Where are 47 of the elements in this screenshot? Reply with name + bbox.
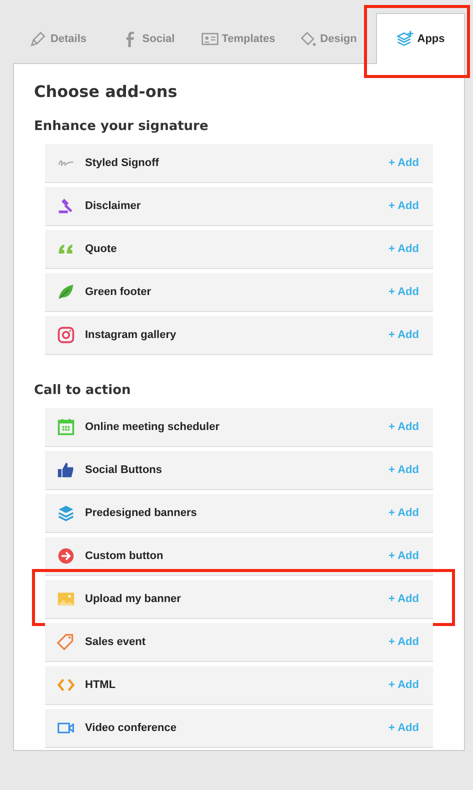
tag-icon <box>57 633 75 651</box>
addon-name: Custom button <box>85 550 164 562</box>
code-icon <box>57 676 75 694</box>
add-link[interactable]: + Add <box>388 679 419 691</box>
add-link[interactable]: + Add <box>388 507 419 519</box>
tab[interactable]: Apps <box>376 13 465 64</box>
calendar-icon <box>57 418 75 436</box>
add-link[interactable]: + Add <box>388 243 419 255</box>
add-link[interactable]: + Add <box>388 550 419 562</box>
addon-name: Upload my banner <box>85 593 182 605</box>
tab[interactable]: Details <box>13 13 103 64</box>
pencil-icon <box>29 30 48 48</box>
addon-name: Instagram gallery <box>85 329 178 341</box>
add-link[interactable]: + Add <box>388 593 419 605</box>
add-link[interactable]: + Add <box>388 329 419 341</box>
arrow-circle-icon <box>57 547 75 565</box>
leaf-icon <box>57 283 75 301</box>
tab[interactable]: Social <box>103 13 193 64</box>
add-link[interactable]: + Add <box>388 722 419 734</box>
addon-name: HTML <box>85 679 117 691</box>
addon-name: Social Buttons <box>85 464 164 476</box>
add-link[interactable]: + Add <box>388 286 419 298</box>
instagram-icon <box>57 326 75 344</box>
addon-name: Sales event <box>85 636 147 648</box>
add-link[interactable]: + Add <box>388 421 419 433</box>
addon-name: Styled Signoff <box>85 157 160 169</box>
id-card-icon <box>200 30 219 48</box>
tab[interactable]: Templates <box>193 13 283 64</box>
section-heading: Enhance your signature <box>34 119 210 134</box>
image-icon <box>57 590 75 608</box>
add-link[interactable]: + Add <box>388 157 419 169</box>
addon-name: Green footer <box>85 286 152 298</box>
gavel-icon <box>57 197 75 215</box>
addon-name: Disclaimer <box>85 200 142 212</box>
add-link[interactable]: + Add <box>388 636 419 648</box>
layers-icon <box>57 504 75 522</box>
add-link[interactable]: + Add <box>388 464 419 476</box>
addon-name: Predesigned banners <box>85 507 198 519</box>
thumbs-up-icon <box>57 461 75 479</box>
addon-name: Online meeting scheduler <box>85 421 220 433</box>
section-heading: Call to action <box>34 383 132 398</box>
add-link[interactable]: + Add <box>388 200 419 212</box>
addon-name: Video conference <box>85 722 178 734</box>
layers-icon <box>396 30 414 48</box>
tab[interactable]: Design <box>283 13 373 64</box>
panel-title: Choose add-ons <box>34 82 178 101</box>
addon-name: Quote <box>85 243 118 255</box>
